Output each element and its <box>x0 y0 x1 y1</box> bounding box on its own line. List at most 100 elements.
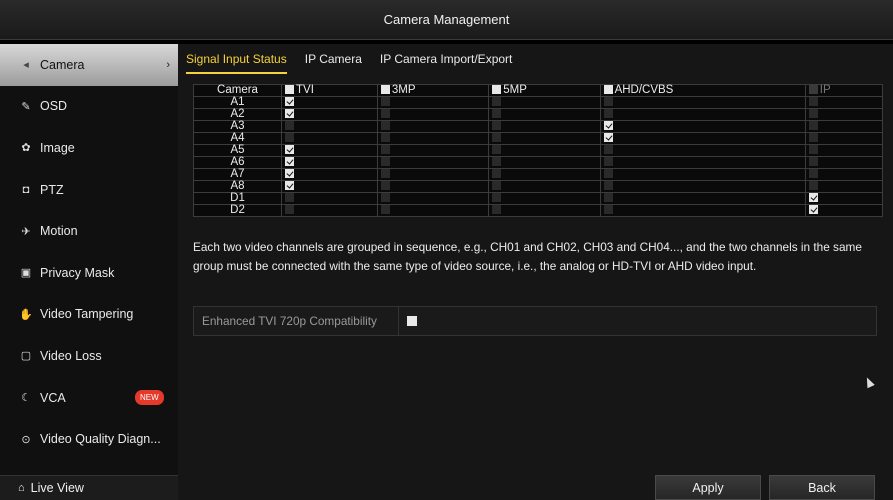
column-select-checkbox[interactable] <box>603 85 613 95</box>
signal-checkbox[interactable] <box>380 133 390 143</box>
signal-checkbox[interactable] <box>808 181 818 191</box>
column-header: Camera <box>193 84 282 97</box>
signal-checkbox[interactable] <box>285 145 294 155</box>
signal-checkbox[interactable] <box>285 169 294 179</box>
sidebar-item-image[interactable]: ✿ Image <box>0 127 178 169</box>
signal-checkbox[interactable] <box>380 145 390 155</box>
column-header[interactable]: IP <box>804 84 884 97</box>
signal-checkbox[interactable] <box>603 109 613 119</box>
signal-checkbox[interactable] <box>492 205 502 215</box>
signal-checkbox[interactable] <box>603 145 613 155</box>
column-select-checkbox[interactable] <box>285 85 294 95</box>
signal-checkbox[interactable] <box>285 121 294 131</box>
table-row: A5 <box>193 144 884 157</box>
ptz-icon: ◘ <box>22 183 30 196</box>
tab-signal-input-status[interactable]: Signal Input Status <box>186 52 287 74</box>
signal-checkbox[interactable] <box>808 205 818 215</box>
sidebar-item-privacy-mask[interactable]: ▣ Privacy Mask <box>0 252 178 294</box>
column-header[interactable]: 3MP <box>376 84 490 97</box>
table-cell <box>488 120 601 133</box>
sidebar-item-vca[interactable]: ☾ VCA NEW <box>0 377 178 419</box>
signal-checkbox[interactable] <box>285 157 294 167</box>
column-header[interactable]: AHD/CVBS <box>599 84 806 97</box>
signal-checkbox[interactable] <box>603 193 613 203</box>
signal-checkbox[interactable] <box>492 145 502 155</box>
column-header[interactable]: 5MP <box>488 84 601 97</box>
chevron-right-icon: › <box>166 58 170 71</box>
table-row: A2 <box>193 108 884 121</box>
signal-checkbox[interactable] <box>492 181 502 191</box>
signal-checkbox[interactable] <box>492 97 502 107</box>
signal-checkbox[interactable] <box>380 109 390 119</box>
table-cell <box>376 156 490 169</box>
signal-checkbox[interactable] <box>603 205 613 215</box>
signal-checkbox[interactable] <box>380 193 390 203</box>
sidebar-item-camera[interactable]: ◂ Camera › <box>0 44 178 86</box>
signal-checkbox[interactable] <box>285 205 294 215</box>
column-select-checkbox[interactable] <box>808 85 818 95</box>
signal-checkbox[interactable] <box>285 109 294 119</box>
signal-checkbox[interactable] <box>808 97 818 107</box>
column-select-checkbox[interactable] <box>380 85 390 95</box>
signal-checkbox[interactable] <box>380 97 390 107</box>
signal-checkbox[interactable] <box>285 133 294 143</box>
enhanced-tvi-checkbox[interactable] <box>407 316 417 326</box>
signal-checkbox[interactable] <box>492 109 502 119</box>
signal-checkbox[interactable] <box>603 121 613 131</box>
table-cell <box>376 108 490 121</box>
live-view-button[interactable]: ⌂ Live View <box>0 475 178 500</box>
back-button[interactable]: Back <box>769 475 875 500</box>
signal-checkbox[interactable] <box>492 133 502 143</box>
table-cell <box>804 192 884 205</box>
apply-button[interactable]: Apply <box>655 475 761 500</box>
sidebar-item-osd[interactable]: ✎ OSD <box>0 86 178 128</box>
video-loss-icon: ▢ <box>20 350 32 363</box>
signal-checkbox[interactable] <box>808 133 818 143</box>
signal-checkbox[interactable] <box>380 121 390 131</box>
signal-checkbox[interactable] <box>285 97 294 107</box>
signal-checkbox[interactable] <box>808 157 818 167</box>
signal-checkbox[interactable] <box>285 181 294 191</box>
signal-checkbox[interactable] <box>808 193 818 203</box>
signal-checkbox[interactable] <box>808 109 818 119</box>
camera-id: D1 <box>193 192 282 205</box>
signal-checkbox[interactable] <box>603 181 613 191</box>
new-badge: NEW <box>135 389 164 405</box>
signal-checkbox[interactable] <box>808 145 818 155</box>
tab-ip-camera[interactable]: IP Camera <box>305 52 362 74</box>
column-header-label: IP <box>819 84 831 96</box>
table-cell <box>804 168 884 181</box>
sidebar-item-motion[interactable]: ✈ Motion <box>0 210 178 252</box>
signal-checkbox[interactable] <box>380 205 390 215</box>
table-cell <box>804 96 884 109</box>
signal-checkbox[interactable] <box>492 169 502 179</box>
sidebar-item-video-loss[interactable]: ▢ Video Loss <box>0 335 178 377</box>
sidebar-item-ptz[interactable]: ◘ PTZ <box>0 169 178 211</box>
signal-checkbox[interactable] <box>380 181 390 191</box>
signal-checkbox[interactable] <box>380 169 390 179</box>
sidebar-item-label: Privacy Mask <box>40 265 115 280</box>
table-cell <box>488 192 601 205</box>
signal-checkbox[interactable] <box>603 169 613 179</box>
signal-checkbox[interactable] <box>808 169 818 179</box>
table-cell <box>281 168 378 181</box>
signal-checkbox[interactable] <box>380 157 390 167</box>
signal-checkbox[interactable] <box>603 97 613 107</box>
table-cell <box>281 132 378 145</box>
signal-checkbox[interactable] <box>285 193 294 203</box>
tab-ip-camera-import-export[interactable]: IP Camera Import/Export <box>380 52 513 74</box>
signal-checkbox[interactable] <box>603 133 613 143</box>
sidebar-item-video-quality-diagn[interactable]: ⊙ Video Quality Diagn... <box>0 418 178 460</box>
table-row: A6 <box>193 156 884 169</box>
column-select-checkbox[interactable] <box>492 85 502 95</box>
signal-checkbox[interactable] <box>603 157 613 167</box>
signal-checkbox[interactable] <box>492 157 502 167</box>
sidebar-item-label: PTZ <box>40 182 64 197</box>
signal-checkbox[interactable] <box>492 121 502 131</box>
signal-checkbox[interactable] <box>492 193 502 203</box>
signal-checkbox[interactable] <box>808 121 818 131</box>
live-view-label: Live View <box>30 481 84 495</box>
column-header[interactable]: TVI <box>281 84 378 97</box>
osd-icon: ✎ <box>21 100 31 113</box>
sidebar-item-video-tampering[interactable]: ✋ Video Tampering <box>0 294 178 336</box>
